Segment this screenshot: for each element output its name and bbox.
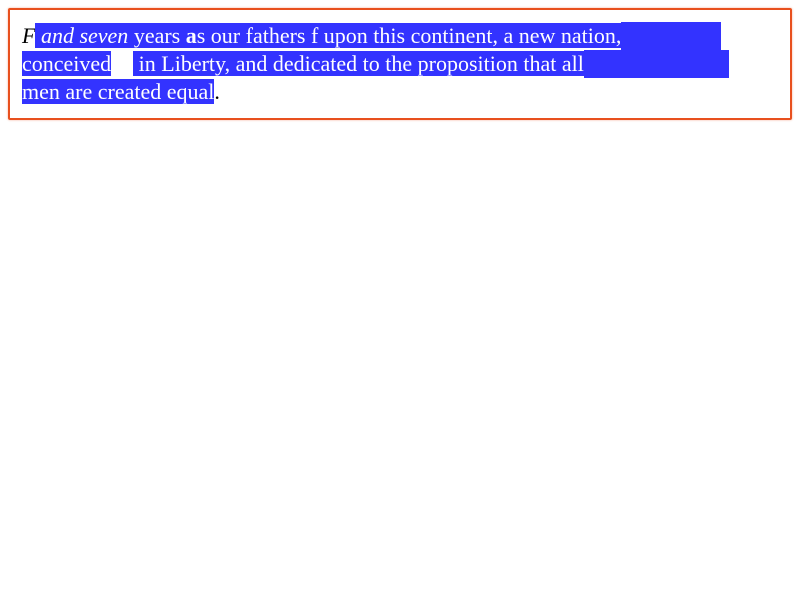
selection-extension (583, 50, 729, 78)
selected-text: s (196, 23, 206, 48)
text-run-end: . (214, 79, 220, 104)
selected-text: our fathers f upon this continent, a new… (205, 23, 622, 48)
selected-text: conceived (22, 51, 112, 76)
selected-text: years (128, 23, 186, 48)
selected-text-italic: and seven (35, 23, 129, 48)
selected-text: in Liberty, and dedicated to the proposi… (133, 51, 584, 76)
rich-text-editor[interactable]: F and seven years as our fathers f upon … (8, 8, 792, 120)
selected-text-bold: a (185, 23, 197, 48)
selection-extension (621, 22, 722, 50)
selected-text: men are created equal (22, 79, 215, 104)
text-line-1: F and seven years as our fathers f upon … (22, 22, 778, 50)
text-line-3: men are created equal. (22, 78, 778, 106)
text-line-2: conceived in Liberty, and dedicated to t… (22, 50, 778, 78)
text-run-italic-start: F (22, 23, 36, 48)
